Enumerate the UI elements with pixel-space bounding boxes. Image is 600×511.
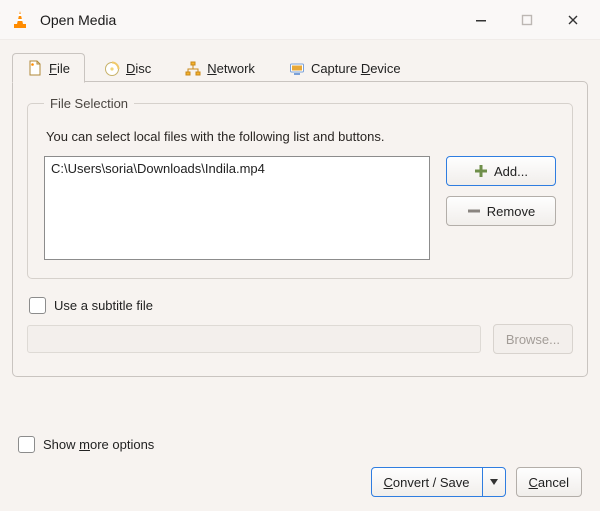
add-button-label: Add... <box>494 164 528 179</box>
subtitle-checkbox[interactable] <box>29 297 46 314</box>
file-icon <box>27 60 43 76</box>
file-selection-help: You can select local files with the foll… <box>46 129 556 144</box>
tab-file[interactable]: File <box>12 53 85 83</box>
convert-save-split-button: Convert / Save <box>371 467 506 497</box>
more-options-row: Show more options <box>18 436 582 453</box>
file-selection-group: File Selection You can select local file… <box>27 96 573 279</box>
close-button[interactable] <box>550 0 596 40</box>
maximize-button[interactable] <box>504 0 550 40</box>
tab-label: Disc <box>126 61 151 76</box>
file-selection-legend: File Selection <box>44 96 134 111</box>
subtitle-checkbox-label: Use a subtitle file <box>54 298 153 313</box>
chevron-down-icon <box>490 479 498 485</box>
tab-label: Network <box>207 61 255 76</box>
convert-save-button[interactable]: Convert / Save <box>372 468 483 496</box>
remove-button-label: Remove <box>487 204 535 219</box>
minimize-button[interactable] <box>458 0 504 40</box>
subtitle-path-input <box>27 325 481 353</box>
footer: Show more options Convert / Save Cancel <box>0 436 600 497</box>
tab-disc[interactable]: Disc <box>89 53 166 83</box>
file-list[interactable]: C:\Users\soria\Downloads\Indila.mp4 <box>44 156 430 260</box>
tab-network[interactable]: Network <box>170 53 270 83</box>
tab-capture-device[interactable]: Capture Device <box>274 53 416 83</box>
tab-label: Capture Device <box>311 61 401 76</box>
remove-button[interactable]: Remove <box>446 196 556 226</box>
more-options-checkbox[interactable] <box>18 436 35 453</box>
vlc-cone-icon <box>10 10 30 30</box>
capture-icon <box>289 61 305 77</box>
cancel-button[interactable]: Cancel <box>516 467 582 497</box>
window-title: Open Media <box>40 12 116 28</box>
subtitle-row: Use a subtitle file <box>29 297 573 314</box>
add-button[interactable]: Add... <box>446 156 556 186</box>
subtitle-browse-row: Browse... <box>27 324 573 354</box>
disc-icon <box>104 61 120 77</box>
network-icon <box>185 61 201 77</box>
minus-icon <box>467 204 481 218</box>
tab-page-file: File Selection You can select local file… <box>12 81 588 377</box>
browse-button-label: Browse... <box>506 332 560 347</box>
tab-label: File <box>49 61 70 76</box>
tab-bar: File Disc Network Capture Device <box>12 50 588 82</box>
more-options-label: Show more options <box>43 437 154 452</box>
cancel-button-label: Cancel <box>529 475 569 490</box>
content: File Disc Network Capture Device File Se… <box>0 40 600 377</box>
titlebar: Open Media <box>0 0 600 40</box>
file-list-item[interactable]: C:\Users\soria\Downloads\Indila.mp4 <box>51 161 423 176</box>
convert-save-label: Convert / Save <box>384 475 470 490</box>
plus-icon <box>474 164 488 178</box>
action-row: Convert / Save Cancel <box>18 467 582 497</box>
browse-button: Browse... <box>493 324 573 354</box>
convert-save-dropdown[interactable] <box>483 468 505 496</box>
